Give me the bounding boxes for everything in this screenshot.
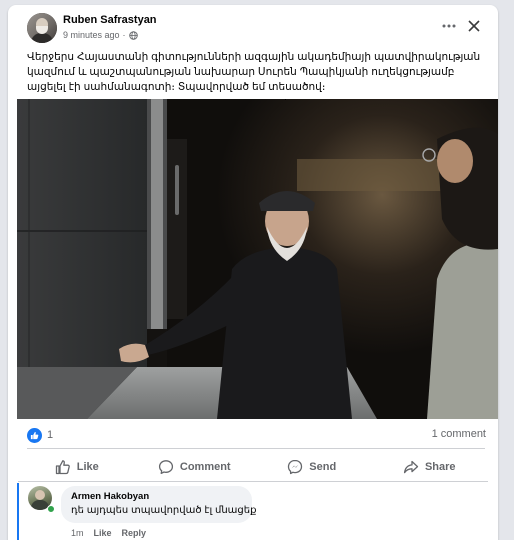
post-actions: Like Comment Send Share xyxy=(18,452,488,482)
comment-label: Comment xyxy=(179,461,231,473)
reaction-count: 1 xyxy=(47,429,54,441)
close-button[interactable] xyxy=(464,16,484,36)
post-text: Վերջերս Հայաստանի գիտությունների ազգային… xyxy=(27,51,481,93)
send-button[interactable]: Send xyxy=(253,452,371,482)
comment-time[interactable]: 1m xyxy=(71,528,84,538)
comment-button[interactable]: Comment xyxy=(136,452,254,482)
post-photo[interactable] xyxy=(17,99,498,419)
share-label: Share xyxy=(424,461,456,473)
comment-item: Armen Hakobyan դե այդպես տպավորված էլ մն… xyxy=(17,483,498,540)
globe-icon xyxy=(128,30,138,40)
like-button[interactable]: Like xyxy=(18,452,136,482)
like-label: Like xyxy=(76,461,99,473)
comment-footer: 1m Like Reply xyxy=(71,528,146,538)
post-time[interactable]: 9 minutes ago xyxy=(63,30,120,40)
divider xyxy=(18,481,488,482)
send-label: Send xyxy=(309,461,337,473)
thumbs-up-icon xyxy=(55,460,70,475)
photo-image xyxy=(17,99,498,419)
reactions-summary[interactable]: 1 xyxy=(27,426,53,444)
close-icon xyxy=(468,20,480,32)
author-avatar[interactable] xyxy=(27,13,57,43)
comment-text: դե այդպես տպավորված էլ մնացեք xyxy=(71,505,257,516)
comment-reply-button[interactable]: Reply xyxy=(122,528,147,538)
comment-bubble: Armen Hakobyan դե այդպես տպավորված էլ մն… xyxy=(61,486,257,523)
more-options-button[interactable] xyxy=(438,16,460,36)
post-card: Ruben Safrastyan 9 minutes ago · Վերջերս… xyxy=(8,5,498,540)
online-status-indicator xyxy=(47,505,55,513)
like-reaction-icon xyxy=(27,427,42,443)
meta-separator: · xyxy=(122,30,126,40)
comment-icon xyxy=(158,460,173,475)
comment-count[interactable]: 1 comment xyxy=(432,428,486,440)
author-name[interactable]: Ruben Safrastyan xyxy=(63,14,157,26)
share-button[interactable]: Share xyxy=(371,452,489,482)
comment-highlight-bar xyxy=(17,483,19,540)
comment-like-button[interactable]: Like xyxy=(94,528,112,538)
more-horizontal-icon xyxy=(442,24,456,28)
commenter-name[interactable]: Armen Hakobyan xyxy=(71,491,242,502)
post-header: Ruben Safrastyan 9 minutes ago · xyxy=(8,5,498,47)
share-icon xyxy=(403,460,419,474)
post-meta: 9 minutes ago · xyxy=(63,30,138,40)
messenger-icon xyxy=(288,459,303,475)
divider xyxy=(27,448,485,449)
